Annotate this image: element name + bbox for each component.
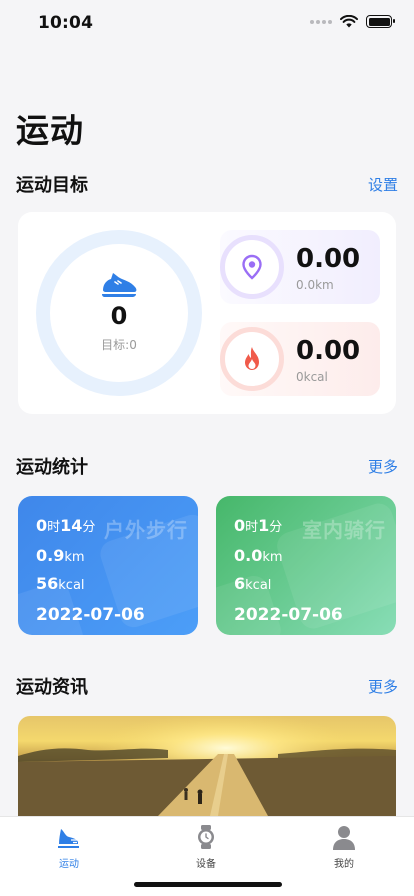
goal-card: 0 目标:0 0.00 0.0km 0.00 0kcal [18,212,396,414]
wifi-icon [340,15,358,28]
sport-card-indoor-cycling[interactable]: 室内骑行 0时1分 0.0km 6kcal 2022-07-06 [216,496,396,635]
calories-value: 0.00 [296,336,361,366]
sport-card-date: 2022-07-06 [36,605,145,625]
news-section-header: 运动资讯 更多 [16,673,398,699]
goal-progress-ring[interactable]: 0 目标:0 [36,230,202,396]
status-bar: 10:04 [0,0,414,48]
distance-value: 0.00 [296,244,361,274]
stats-section-header: 运动统计 更多 [16,453,398,479]
sport-card-date: 2022-07-06 [234,605,343,625]
goal-section-header: 运动目标 设置 [16,171,398,197]
distance-stat[interactable]: 0.00 0.0km [220,230,380,304]
battery-icon [366,15,395,28]
sport-card-distance: 0.9km [36,546,85,565]
tab-device[interactable]: 设备 [176,823,236,870]
signal-icon [310,19,332,24]
news-section-title: 运动资讯 [16,677,88,698]
sport-card-calories: 6kcal [234,574,272,593]
sport-card-duration: 0时1分 [234,516,283,535]
tab-label: 运动 [59,859,79,870]
news-article-image[interactable] [18,716,396,816]
sport-card-calories: 56kcal [36,574,85,593]
flame-icon [220,327,284,391]
goal-settings-link[interactable]: 设置 [368,174,398,195]
stats-section-title: 运动统计 [16,457,88,478]
distance-unit: 0.0km [296,278,334,292]
person-icon [333,826,355,850]
page-title: 运动 [16,111,84,150]
goal-section-title: 运动目标 [16,175,88,196]
goal-step-value: 0 [110,301,128,330]
sport-card-duration: 0时14分 [36,516,96,535]
running-shoe-icon [58,829,79,848]
calories-unit: 0kcal [296,370,328,384]
sport-card-outdoor-walk[interactable]: 户外步行 0时14分 0.9km 56kcal 2022-07-06 [18,496,198,635]
sport-card-distance: 0.0km [234,546,283,565]
watch-icon [198,825,214,849]
sunset-road-image [18,716,396,816]
sport-card-title: 户外步行 [104,518,188,542]
calories-stat[interactable]: 0.00 0kcal [220,322,380,396]
stats-more-link[interactable]: 更多 [368,456,398,477]
status-icons [310,15,395,28]
goal-target-label: 目标:0 [101,337,137,352]
tab-label: 设备 [196,859,216,870]
sport-card-title: 室内骑行 [302,518,386,542]
news-more-link[interactable]: 更多 [368,676,398,697]
home-indicator[interactable] [134,882,282,887]
tab-profile[interactable]: 我的 [314,823,374,870]
tab-label: 我的 [334,859,354,870]
location-pin-icon [220,235,284,299]
running-shoe-icon [102,272,137,297]
status-time: 10:04 [38,13,94,33]
tab-sport[interactable]: 运动 [39,823,99,870]
